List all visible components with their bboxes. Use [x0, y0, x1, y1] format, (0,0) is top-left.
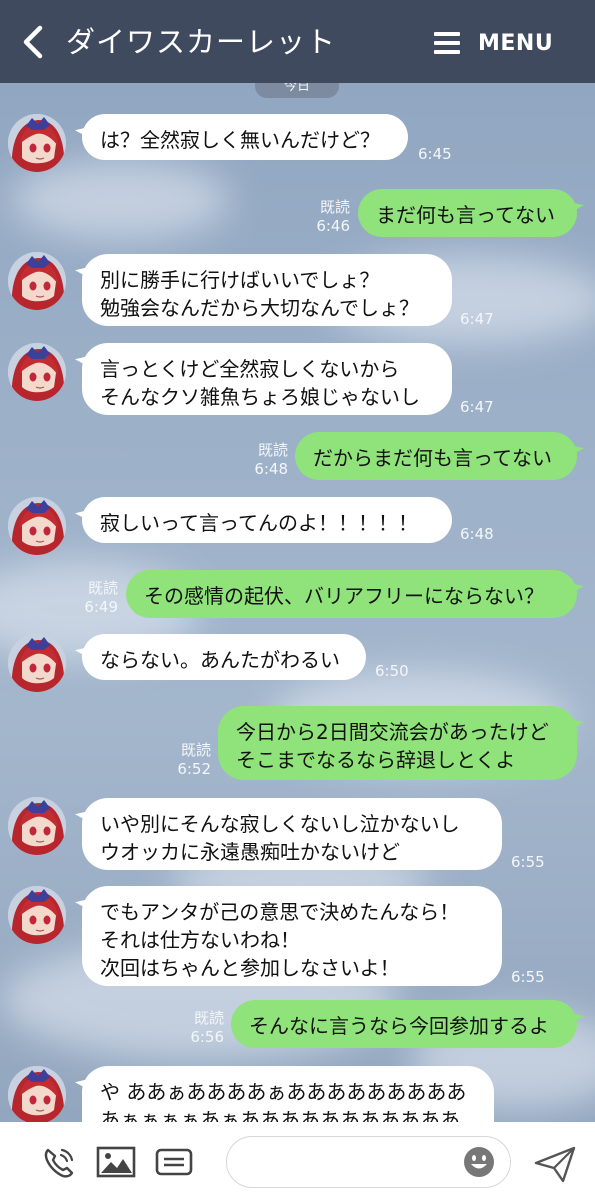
message-timestamp: 6:47: [460, 310, 494, 328]
avatar[interactable]: [8, 252, 66, 310]
message-timestamp: 6:56: [190, 1028, 224, 1046]
message-bubble[interactable]: まだ何も言ってない: [358, 189, 577, 237]
message-bubble[interactable]: でもアンタが己の意思で決めたんなら！ それは仕方ないわね！ 次回はちゃんと参加しなさ…: [82, 886, 502, 986]
message-text-line: 次回はちゃんと参加しなさいよ！: [100, 956, 400, 980]
message-bubble[interactable]: 今日から2日間交流会があったけど そこまでなるなら辞退しとくよ: [218, 706, 577, 780]
message-text-line: それは仕方ないわね！: [100, 928, 300, 952]
message-timestamp: 6:55: [511, 968, 545, 986]
message-text-line: そんなに言うなら今回参加するよ: [249, 1014, 549, 1038]
message-timestamp: 6:46: [316, 217, 350, 235]
message-bubble[interactable]: は？全然寂しく無いんだけど？: [82, 114, 408, 160]
message-bubble[interactable]: 別に勝手に行けばいいでしょ？ 勉強会なんだから大切なんでしょ？: [82, 254, 452, 326]
read-label: 既読: [180, 741, 211, 759]
message-text-line: 勉強会なんだから大切なんでしょ？: [100, 296, 419, 320]
message-bubble[interactable]: いや別にそんな寂しくないし泣かないし ウオッカに永遠愚痴吐かないけど: [82, 798, 502, 870]
message-input-bar: [0, 1122, 595, 1200]
message-text-line: その感情の起伏、バリアフリーにならない？: [144, 584, 544, 608]
smiley-face-icon[interactable]: [463, 1146, 495, 1178]
read-receipt: 既読 6:48: [230, 441, 288, 479]
avatar[interactable]: [8, 343, 66, 401]
read-receipt: 既読 6:56: [166, 1009, 224, 1047]
message-timestamp: 6:48: [460, 525, 494, 543]
read-label: 既読: [87, 579, 118, 597]
message-bubble[interactable]: その感情の起伏、バリアフリーにならない？: [126, 570, 577, 618]
message-bubble[interactable]: や ああぁああああぁあああああああああ あぁぁぁぁあぁあああああああああああ: [82, 1066, 494, 1132]
avatar[interactable]: [8, 114, 66, 172]
message-timestamp: 6:47: [460, 398, 494, 416]
message-text-line: 今日から2日間交流会があったけど: [236, 720, 549, 744]
avatar[interactable]: [8, 886, 66, 944]
read-label: 既読: [193, 1009, 224, 1027]
message-text-line: まだ何も言ってない: [376, 203, 555, 227]
message-timestamp: 6:52: [177, 760, 211, 778]
message-bubble[interactable]: ならない。あんたがわるい: [82, 634, 366, 680]
avatar[interactable]: [8, 634, 66, 692]
message-bubble[interactable]: 寂しいって言ってんのよ！！！！！: [82, 497, 452, 543]
message-text-line: は？全然寂しく無いんだけど？: [100, 128, 380, 152]
message-text-line: でもアンタが己の意思で決めたんなら！: [100, 900, 460, 924]
chat-title: ダイワスカーレット: [66, 25, 337, 59]
message-bubble[interactable]: だからまだ何も言ってない: [295, 432, 577, 480]
message-timestamp: 6:55: [511, 853, 545, 871]
message-timestamp: 6:49: [84, 598, 118, 616]
message-text-line: や ああぁああああぁあああああああああ: [100, 1080, 467, 1104]
message-text-line: そこまでなるなら辞退しとくよ: [236, 748, 516, 772]
avatar[interactable]: [8, 797, 66, 855]
text-card-icon[interactable]: [154, 1144, 194, 1180]
message-timestamp: 6:50: [375, 662, 409, 680]
message-text-line: 寂しいって言ってんのよ！！！！！: [100, 511, 418, 535]
menu-label: MENU: [478, 30, 554, 56]
message-text-line: ウオッカに永遠愚痴吐かないけど: [100, 840, 400, 864]
menu-button[interactable]: MENU: [434, 26, 553, 60]
read-receipt: 既読 6:49: [60, 579, 118, 617]
message-bubble[interactable]: 言っとくけど全然寂しくないから そんなクソ雑魚ちょろ娘じゃないし: [82, 343, 452, 415]
message-text-line: だからまだ何も言ってない: [313, 446, 552, 470]
message-text-line: ならない。あんたがわるい: [100, 648, 340, 672]
message-text-line: いや別にそんな寂しくないし泣かないし: [100, 812, 460, 836]
message-bubble[interactable]: そんなに言うなら今回参加するよ: [231, 1000, 577, 1048]
chat-header: ダイワスカーレット MENU: [0, 0, 595, 83]
message-text-line: 別に勝手に行けばいいでしょ？: [100, 268, 380, 292]
image-icon[interactable]: [96, 1144, 136, 1180]
message-text-line: そんなクソ雑魚ちょろ娘じゃないし: [100, 385, 420, 409]
message-text-line: 言っとくけど全然寂しくないから: [100, 357, 400, 381]
send-arrow-icon[interactable]: [533, 1144, 577, 1184]
message-timestamp: 6:48: [254, 460, 288, 478]
read-label: 既読: [257, 441, 288, 459]
avatar[interactable]: [8, 497, 66, 555]
read-receipt: 既読 6:52: [153, 741, 211, 779]
message-timestamp: 6:45: [418, 145, 452, 163]
chevron-left-icon[interactable]: [18, 22, 48, 62]
read-receipt: 既読 6:46: [292, 198, 350, 236]
read-label: 既読: [319, 198, 350, 216]
phone-call-icon[interactable]: [40, 1144, 80, 1180]
avatar[interactable]: [8, 1066, 66, 1124]
hamburger-icon: [434, 32, 460, 54]
